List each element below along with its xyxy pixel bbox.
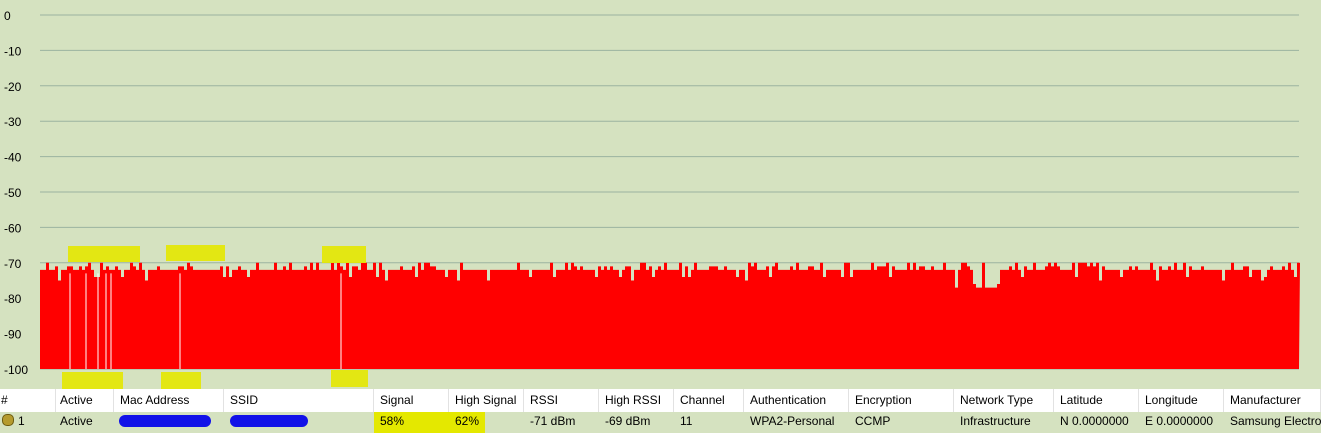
redaction-mark — [119, 415, 211, 427]
col-header-high-signal[interactable]: High Signal — [449, 389, 524, 412]
col-header-ssid[interactable]: SSID — [224, 389, 374, 412]
col-header-encryption[interactable]: Encryption — [849, 389, 954, 412]
table-header-row: # Active Mac Address SSID Signal High Si… — [0, 389, 1321, 413]
y-tick-label: -70 — [4, 257, 22, 271]
row-ssid — [224, 412, 374, 433]
row-index: 1 — [18, 414, 25, 428]
col-header-rssi[interactable]: RSSI — [524, 389, 599, 412]
col-header-authentication[interactable]: Authentication — [744, 389, 849, 412]
col-header-network-type[interactable]: Network Type — [954, 389, 1054, 412]
signal-graph-svg: 0 -10 -20 -30 -40 -50 -60 -70 -80 -90 -100 — [4, 9, 1300, 389]
y-tick-label: -20 — [4, 80, 22, 94]
y-tick-label: -50 — [4, 186, 22, 200]
signal-graph: 0 -10 -20 -30 -40 -50 -60 -70 -80 -90 -100 — [0, 0, 1321, 389]
y-tick-label: -10 — [4, 44, 22, 58]
highlight-mark — [322, 246, 366, 263]
row-high-rssi: -69 dBm — [605, 414, 651, 428]
row-mac-address — [114, 412, 224, 433]
col-header-latitude[interactable]: Latitude — [1054, 389, 1139, 412]
highlight-mark — [161, 372, 201, 389]
y-tick-label: -100 — [4, 363, 28, 377]
highlight-mark — [62, 372, 123, 389]
row-manufacturer: Samsung Electro M — [1230, 414, 1321, 428]
col-header-index[interactable]: # — [0, 389, 56, 412]
y-tick-label: 0 — [4, 9, 11, 23]
row-longitude: E 0.0000000 — [1145, 414, 1214, 428]
row-high-signal: 62% — [449, 412, 485, 433]
y-tick-label: -30 — [4, 115, 22, 129]
network-table: # Active Mac Address SSID Signal High Si… — [0, 389, 1321, 433]
row-authentication: WPA2-Personal — [750, 414, 835, 428]
col-header-mac[interactable]: Mac Address — [114, 389, 224, 412]
row-index-cell: 1 — [0, 412, 56, 433]
row-encryption: CCMP — [855, 414, 891, 428]
y-tick-label: -80 — [4, 292, 22, 306]
highlight-mark — [68, 246, 140, 262]
highlight-mark — [331, 370, 368, 387]
row-latitude: N 0.0000000 — [1060, 414, 1129, 428]
signal-area — [40, 262, 1300, 369]
y-tick-label: -60 — [4, 221, 22, 235]
col-header-channel[interactable]: Channel — [674, 389, 744, 412]
row-channel: 11 — [680, 414, 693, 428]
row-signal: 58% — [374, 412, 449, 433]
col-header-signal[interactable]: Signal — [374, 389, 449, 412]
row-rssi: -71 dBm — [530, 414, 576, 428]
lock-icon — [2, 414, 14, 426]
wifi-signal-window: 0 -10 -20 -30 -40 -50 -60 -70 -80 -90 -100 # Activ… — [0, 0, 1321, 433]
row-network-type: Infrastructure — [960, 414, 1031, 428]
highlight-mark — [166, 245, 225, 261]
redaction-mark — [230, 415, 308, 427]
row-active: Active — [60, 414, 93, 428]
table-row[interactable]: 1 Active 58% 62% -71 dBm -69 dBm 11 WPA2… — [0, 412, 1321, 433]
col-header-active[interactable]: Active — [56, 389, 114, 412]
col-header-longitude[interactable]: Longitude — [1139, 389, 1224, 412]
y-tick-label: -40 — [4, 151, 22, 165]
y-tick-label: -90 — [4, 328, 22, 342]
col-header-high-rssi[interactable]: High RSSI — [599, 389, 674, 412]
col-header-manufacturer[interactable]: Manufacturer — [1224, 389, 1321, 412]
